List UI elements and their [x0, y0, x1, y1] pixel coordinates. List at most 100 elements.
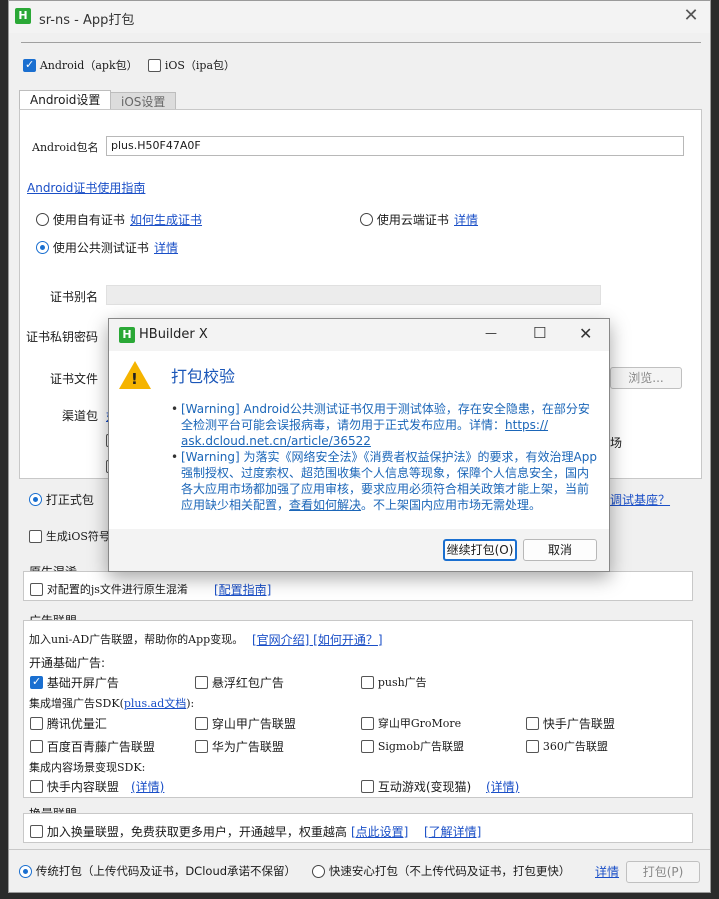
- enhanced-ad-label: Sigmob广告联盟: [377, 740, 465, 753]
- exchange-setting-link[interactable]: [点此设置]: [351, 823, 408, 840]
- enhanced-ad-checkbox[interactable]: 穿山甲广告联盟: [195, 715, 296, 732]
- enhanced-ad-label: 腾讯优量汇: [46, 717, 107, 731]
- checkbox-icon: [29, 529, 42, 543]
- browse-button[interactable]: 浏览...: [610, 367, 682, 389]
- maximize-icon[interactable]: ☐: [533, 324, 546, 342]
- cert-alias-input[interactable]: [106, 285, 601, 305]
- safe-pack-label: 快速安心打包（不上传代码及证书，打包更快）: [328, 864, 571, 878]
- warning-1-link-a[interactable]: https://: [505, 418, 548, 432]
- ios-symbol-label: 生成iOS符号: [45, 530, 110, 543]
- warning-item-1: • [Warning] Android公共测试证书仅用于测试体验，存在安全隐患，在…: [171, 402, 590, 448]
- warning-exclamation: !: [131, 370, 138, 388]
- minimize-icon[interactable]: —: [485, 326, 497, 340]
- enhanced-ads-title: 集成增强广告SDK(plus.ad文档):: [29, 695, 194, 711]
- continue-pack-button[interactable]: 继续打包(O): [443, 539, 517, 561]
- basic-ad-label: 基础开屏广告: [46, 676, 119, 690]
- channel-label: 渠道包: [62, 409, 99, 423]
- pack-check-dialog: H HBuilder X — ☐ ✕ ! 打包校验 • [Warning] And…: [108, 318, 610, 572]
- dialog-title-bar: H HBuilder X — ☐ ✕: [109, 319, 609, 351]
- basic-ad-splash[interactable]: 基础开屏广告: [30, 674, 119, 691]
- dialog-body: ! 打包校验 • [Warning] Android公共测试证书仅用于测试体验，存…: [109, 351, 609, 529]
- safe-pack-radio[interactable]: 快速安心打包（不上传代码及证书，打包更快）: [312, 863, 570, 879]
- ios-checkbox[interactable]: iOS（ipa包）: [148, 57, 235, 73]
- how-generate-link[interactable]: 如何生成证书: [130, 211, 202, 228]
- enhanced-ad-checkbox[interactable]: 华为广告联盟: [195, 738, 284, 755]
- ads-intro-links[interactable]: [官网介绍] [如何开通？]: [252, 631, 383, 648]
- divider: [21, 42, 701, 43]
- checkbox-icon: [30, 825, 43, 838]
- public-detail-link[interactable]: 详情: [154, 239, 178, 256]
- warning-item-2: • [Warning] 为落实《网络安全法》《消费者权益保护法》的要求，有效治理A…: [171, 450, 597, 512]
- checkbox-icon: [30, 717, 43, 730]
- obfuscation-checkbox[interactable]: 对配置的js文件进行原生混淆: [30, 581, 188, 597]
- content-ad-label: 快手内容联盟: [46, 780, 119, 794]
- basic-ads-title: 开通基础广告:: [29, 656, 106, 670]
- own-cert-label: 使用自有证书: [52, 213, 125, 227]
- exchange-detail-link[interactable]: [了解详情]: [424, 823, 481, 840]
- close-icon[interactable]: ✕: [680, 5, 702, 27]
- warning-1-link-b[interactable]: ask.dcloud.net.cn/article/36522: [181, 434, 371, 448]
- cert-alias-label: 证书别名: [50, 290, 99, 304]
- plus-ad-doc-link[interactable]: plus.ad文档: [124, 697, 186, 710]
- hbuilder-logo-icon: H: [15, 8, 31, 24]
- checkbox-icon: [148, 58, 161, 72]
- exchange-label: 加入换量联盟，免费获取更多用户，开通越早，权重越高: [46, 825, 347, 839]
- cloud-detail-link[interactable]: 详情: [454, 211, 478, 228]
- warning-2-link[interactable]: 查看如何解决: [289, 498, 361, 512]
- package-name-input[interactable]: plus.H50F47A0F: [106, 136, 684, 156]
- enhanced-ad-checkbox[interactable]: 腾讯优量汇: [30, 715, 107, 732]
- pack-button[interactable]: 打包(P): [626, 861, 700, 883]
- obfuscation-guide-link[interactable]: [配置指南]: [214, 581, 271, 598]
- enhanced-ad-label: 快手广告联盟: [542, 717, 615, 731]
- checkbox-icon: [195, 740, 208, 753]
- enhanced-ad-checkbox[interactable]: 360广告联盟: [526, 738, 608, 754]
- enhanced-ad-label: 360广告联盟: [542, 740, 608, 753]
- enhanced-ad-checkbox[interactable]: 百度百青藤广告联盟: [30, 738, 155, 755]
- basic-ad-redpacket[interactable]: 悬浮红包广告: [195, 674, 284, 691]
- enhanced-title-pre: 集成增强广告SDK(: [29, 697, 124, 710]
- title-bar: H sr-ns - App打包 ✕: [9, 1, 710, 33]
- checkbox-icon: [526, 739, 539, 753]
- content2-detail-link[interactable]: (详情): [486, 778, 519, 795]
- release-build-radio[interactable]: 打正式包: [29, 491, 94, 508]
- cloud-cert-radio[interactable]: 使用云端证书: [360, 211, 449, 228]
- enhanced-ad-label: 百度百青藤广告联盟: [46, 740, 155, 754]
- cert-guide-link[interactable]: Android证书使用指南: [27, 179, 145, 196]
- content1-detail-link[interactable]: (详情): [131, 778, 164, 795]
- enhanced-ad-label: 穿山甲GroMore: [377, 717, 462, 730]
- checkbox-icon: [30, 582, 43, 596]
- checkbox-icon: [30, 780, 43, 793]
- content-ad-game[interactable]: 互动游戏(变现猫): [361, 778, 471, 795]
- ios-symbol-checkbox[interactable]: 生成iOS符号: [29, 528, 110, 544]
- basic-ad-label: push广告: [377, 676, 427, 689]
- checkbox-icon: [361, 675, 374, 689]
- enhanced-ad-label: 华为广告联盟: [211, 740, 284, 754]
- content-ads-title: 集成内容场景变现SDK:: [29, 761, 146, 774]
- release-build-label: 打正式包: [45, 493, 94, 507]
- checkbox-icon: [361, 780, 374, 793]
- android-checkbox-label: Android（apk包）: [39, 59, 138, 72]
- enhanced-ad-checkbox[interactable]: 快手广告联盟: [526, 715, 615, 732]
- cancel-button[interactable]: 取消: [523, 539, 597, 561]
- debug-base-link[interactable]: 调试基座？: [610, 491, 670, 508]
- android-checkbox[interactable]: Android（apk包）: [23, 57, 138, 73]
- footer-divider: [9, 849, 710, 850]
- checkbox-icon: [195, 676, 208, 689]
- footer-detail-link[interactable]: 详情: [595, 863, 619, 880]
- tab-android-settings[interactable]: Android设置: [19, 90, 112, 110]
- enhanced-ad-checkbox[interactable]: 穿山甲GroMore: [361, 715, 461, 731]
- enhanced-ad-checkbox[interactable]: Sigmob广告联盟: [361, 738, 464, 754]
- exchange-checkbox[interactable]: 加入换量联盟，免费获取更多用户，开通越早，权重越高: [30, 823, 347, 840]
- traditional-pack-radio[interactable]: 传统打包（上传代码及证书，DCloud承诺不保留）: [19, 863, 296, 879]
- basic-ad-label: 悬浮红包广告: [211, 676, 284, 690]
- checkbox-icon: [361, 716, 374, 730]
- public-cert-radio[interactable]: 使用公共测试证书: [36, 239, 149, 256]
- checkbox-icon: [30, 740, 43, 753]
- own-cert-radio[interactable]: 使用自有证书: [36, 211, 125, 228]
- ads-intro: 加入uni-AD广告联盟，帮助你的App变现。: [29, 633, 244, 646]
- basic-ad-push[interactable]: push广告: [361, 674, 427, 690]
- radio-icon: [36, 213, 49, 226]
- content-ad-kuaishou[interactable]: 快手内容联盟: [30, 778, 119, 795]
- close-icon[interactable]: ✕: [579, 324, 592, 343]
- dialog-heading: 打包校验: [171, 367, 236, 386]
